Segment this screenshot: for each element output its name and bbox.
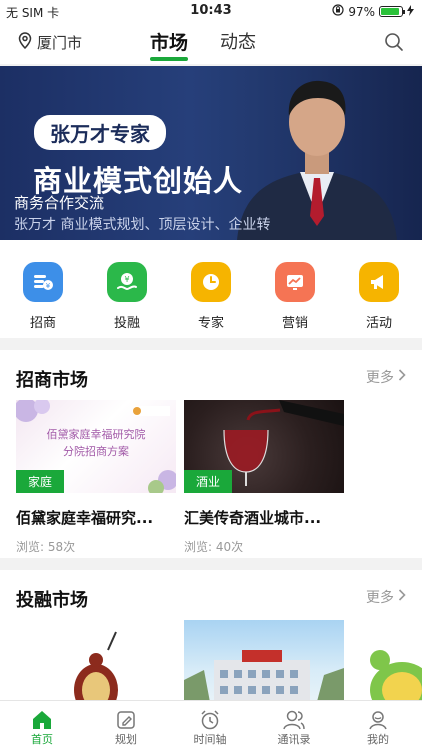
section-title: 投融市场 bbox=[16, 590, 88, 611]
tourong-section: 投融市场 更多 bbox=[0, 570, 422, 700]
section-title: 招商市场 bbox=[16, 370, 88, 391]
category-yingxiao[interactable]: 营销 bbox=[265, 262, 325, 331]
top-nav: 厦门市 市场 动态 bbox=[0, 22, 422, 64]
chevron-right-icon bbox=[398, 369, 406, 385]
tabbar-label: 时间轴 bbox=[193, 733, 227, 746]
profile-icon bbox=[348, 709, 408, 731]
category-label: 招商 bbox=[29, 316, 56, 331]
card-tag: 酒业 bbox=[184, 470, 233, 493]
chart-icon bbox=[275, 262, 315, 302]
more-label: 更多 bbox=[366, 370, 394, 386]
location-label: 厦门市 bbox=[37, 34, 83, 52]
market-card[interactable] bbox=[16, 620, 176, 700]
tabbar-timeline[interactable]: 时间轴 bbox=[180, 709, 240, 747]
zhaoshang-section: 招商市场 更多 佰黛家庭幸福研究院 分院招商方案 家庭 佰黛家庭幸福研究... … bbox=[0, 350, 422, 558]
banner-pill: 张万才专家 bbox=[34, 115, 166, 150]
card-tag: 家庭 bbox=[16, 470, 65, 493]
category-label: 专家 bbox=[197, 316, 224, 331]
market-card[interactable] bbox=[352, 620, 422, 700]
tabbar-plan[interactable]: 规划 bbox=[96, 709, 156, 747]
category-label: 投融 bbox=[113, 316, 140, 331]
more-link[interactable]: 更多 bbox=[366, 367, 406, 387]
category-zhuanjia[interactable]: 专家 bbox=[181, 262, 241, 331]
charging-icon bbox=[407, 4, 414, 19]
alarm-clock-icon bbox=[180, 709, 240, 731]
top-tabs: 市场 动态 bbox=[150, 28, 256, 61]
location-selector[interactable]: 厦门市 bbox=[18, 32, 82, 53]
svg-text:¥: ¥ bbox=[124, 275, 129, 284]
card-name: 佰黛家庭幸福研究... bbox=[16, 509, 154, 527]
tabbar-label: 规划 bbox=[115, 733, 137, 746]
category-zhaoshang[interactable]: ¥ 招商 bbox=[13, 262, 73, 331]
location-pin-icon bbox=[18, 32, 32, 53]
status-bar: 无 SIM 卡 10:43 97% bbox=[0, 0, 422, 22]
bottom-tabbar: 首页 规划 时间轴 通讯录 我的 bbox=[0, 700, 422, 750]
tab-market[interactable]: 市场 bbox=[150, 28, 189, 61]
megaphone-icon bbox=[359, 262, 399, 302]
clock-icon bbox=[191, 262, 231, 302]
market-card[interactable] bbox=[184, 620, 344, 700]
battery-percent: 97% bbox=[348, 4, 375, 19]
battery-icon bbox=[379, 6, 405, 17]
card-thumbnail: 佰黛家庭幸福研究院 分院招商方案 家庭 bbox=[16, 400, 176, 493]
search-button[interactable] bbox=[384, 32, 404, 56]
banner-subtitle: 商务合作交流 bbox=[14, 194, 105, 212]
promo-banner[interactable]: 张万才专家 商业模式创始人 商务合作交流 张万才 商业模式规划、顶层设计、企业转 bbox=[0, 66, 422, 240]
category-huodong[interactable]: 活动 bbox=[349, 262, 409, 331]
hand-money-icon: ¥ bbox=[107, 262, 147, 302]
more-link[interactable]: 更多 bbox=[366, 587, 406, 607]
category-label: 活动 bbox=[365, 316, 392, 331]
market-card[interactable]: 酒业 汇美传奇酒业城市... 浏览: 40次 bbox=[184, 400, 344, 555]
card-name: 汇美传奇酒业城市... bbox=[184, 509, 322, 527]
search-icon bbox=[384, 33, 404, 56]
coin-stack-icon: ¥ bbox=[23, 262, 63, 302]
turtle-logo-image bbox=[74, 631, 118, 700]
green-turtle-image bbox=[370, 650, 422, 700]
tabbar-me[interactable]: 我的 bbox=[348, 709, 408, 747]
tabbar-label: 首页 bbox=[31, 733, 53, 746]
category-tourong[interactable]: ¥ 投融 bbox=[97, 262, 157, 331]
tabbar-contacts[interactable]: 通讯录 bbox=[264, 709, 324, 747]
category-label: 营销 bbox=[281, 316, 308, 331]
card-thumbnail bbox=[352, 620, 422, 700]
building-image bbox=[184, 650, 344, 700]
tab-news[interactable]: 动态 bbox=[220, 28, 256, 61]
tabbar-label: 通讯录 bbox=[277, 733, 311, 746]
status-right: 97% bbox=[332, 4, 414, 19]
card-thumb-text: 佰黛家庭幸福研究院 分院招商方案 bbox=[46, 428, 146, 458]
chevron-right-icon bbox=[398, 589, 406, 605]
svg-text:¥: ¥ bbox=[46, 282, 51, 290]
card-thumbnail bbox=[16, 620, 176, 700]
edit-icon bbox=[96, 709, 156, 731]
tabbar-label: 我的 bbox=[367, 733, 389, 746]
more-label: 更多 bbox=[366, 590, 394, 606]
card-thumbnail: 酒业 bbox=[184, 400, 344, 493]
market-card[interactable]: 佰黛家庭幸福研究院 分院招商方案 家庭 佰黛家庭幸福研究... 浏览: 58次 bbox=[16, 400, 176, 555]
home-icon bbox=[12, 709, 72, 731]
card-thumbnail bbox=[184, 620, 344, 700]
contacts-icon bbox=[264, 709, 324, 731]
card-views: 浏览: 58次 bbox=[16, 540, 76, 554]
card-views: 浏览: 40次 bbox=[184, 540, 244, 554]
category-grid: ¥ 招商 ¥ 投融 专家 营销 活动 bbox=[0, 240, 422, 338]
tabbar-home[interactable]: 首页 bbox=[12, 709, 72, 747]
banner-description: 张万才 商业模式规划、顶层设计、企业转 bbox=[14, 217, 271, 233]
orientation-lock-icon bbox=[332, 4, 344, 19]
